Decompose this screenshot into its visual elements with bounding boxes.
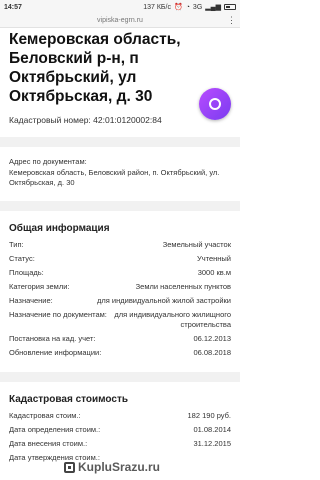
watermark: KupluSrazu.ru <box>64 460 160 474</box>
table-row: Кадастровая стоим.: 182 190 руб. <box>9 409 231 423</box>
general-info-table: Тип: Земельный участок Статус: Учтенный Пл… <box>9 238 231 360</box>
table-row: Категория земли: Земли населенных пунктов <box>9 280 231 294</box>
table-row: Тип: Земельный участок <box>9 238 231 252</box>
row-value: для индивидуальной жилой застройки <box>97 295 231 305</box>
row-key: Тип: <box>9 239 24 249</box>
row-key: Дата определения стоим.: <box>9 424 101 434</box>
general-info-title: Общая информация <box>9 222 110 234</box>
row-key: Площадь: <box>9 267 44 277</box>
menu-dots-icon[interactable]: ⋮ <box>227 15 236 26</box>
cadastral-number-line: Кадастровый номер: 42:01:0120002:84 <box>9 115 231 125</box>
status-bar: 14:57 137 КБ/с ⏰ ◔ 3G ▂▄▆ <box>0 0 240 14</box>
table-row: Дата определения стоим.: 01.08.2014 <box>9 423 231 437</box>
network-speed: 137 КБ/с <box>143 3 171 11</box>
status-time: 14:57 <box>4 3 22 11</box>
wifi-icon: ◔ <box>185 3 190 11</box>
row-key: Назначение по документам: <box>9 309 107 319</box>
table-row: Площадь: 3000 кв.м <box>9 266 231 280</box>
network-type: 3G <box>192 3 203 11</box>
row-value: 06.12.2013 <box>193 333 231 343</box>
row-key: Дата внесения стоим.: <box>9 438 88 448</box>
url-bar[interactable]: vipiska-egrn.ru ⋮ <box>0 14 240 28</box>
doc-address-label: Адрес по документам: <box>9 157 87 166</box>
table-row: Назначение по документам: для индивидуаль… <box>9 308 231 332</box>
row-key: Обновление информации: <box>9 347 102 357</box>
row-key: Постановка на кад. учет: <box>9 333 96 343</box>
watermark-text: KupluSrazu.ru <box>78 460 161 474</box>
row-value: Учтенный <box>196 253 231 263</box>
property-title: Кемеровская область, Беловский р-н, п Ок… <box>9 31 181 105</box>
row-value: 06.08.2018 <box>193 347 231 357</box>
cadastral-cost-title: Кадастровая стоимость <box>9 393 128 405</box>
cadastral-cost-table: Кадастровая стоим.: 182 190 руб. Дата опр… <box>9 409 231 465</box>
url-text[interactable]: vipiska-egrn.ru <box>97 17 143 24</box>
table-row: Постановка на кад. учет: 06.12.2013 <box>9 332 231 346</box>
table-row: Статус: Учтенный <box>9 252 231 266</box>
row-key: Категория земли: <box>9 281 70 291</box>
doc-address-value: Кемеровская область, Беловский район, п.… <box>9 167 220 188</box>
row-value: 3000 кв.м <box>197 267 231 277</box>
section-divider <box>0 200 240 211</box>
row-key: Кадастровая стоим.: <box>9 410 81 420</box>
row-value: 01.08.2014 <box>193 424 231 434</box>
cadastral-label: Кадастровый номер: <box>9 115 91 125</box>
signal-icon: ▂▄▆ <box>205 4 221 11</box>
row-value: Земли населенных пунктов <box>135 281 231 291</box>
status-indicators: 137 КБ/с ⏰ ◔ 3G ▂▄▆ <box>143 3 236 11</box>
section-divider <box>0 137 240 147</box>
row-key: Назначение: <box>9 295 53 305</box>
doc-address: Адрес по документам: Кемеровская область… <box>9 157 231 189</box>
battery-icon <box>224 4 236 10</box>
logo-icon <box>64 461 75 473</box>
row-value: для индивидуального жилищного строительс… <box>114 309 231 329</box>
row-value: 31.12.2015 <box>193 438 231 448</box>
row-key: Статус: <box>9 253 35 263</box>
table-row: Обновление информации: 06.08.2018 <box>9 346 231 360</box>
row-value: 182 190 руб. <box>187 410 232 420</box>
row-value: Земельный участок <box>162 239 231 249</box>
alarm-icon: ⏰ <box>173 4 183 11</box>
assistant-ring-icon <box>209 98 221 110</box>
cadastral-number: 42:01:0120002:84 <box>93 115 162 125</box>
table-row: Назначение: для индивидуальной жилой заст… <box>9 294 231 308</box>
voice-assistant-button[interactable] <box>199 88 231 120</box>
table-row: Дата внесения стоим.: 31.12.2015 <box>9 437 231 451</box>
section-divider <box>0 371 240 382</box>
